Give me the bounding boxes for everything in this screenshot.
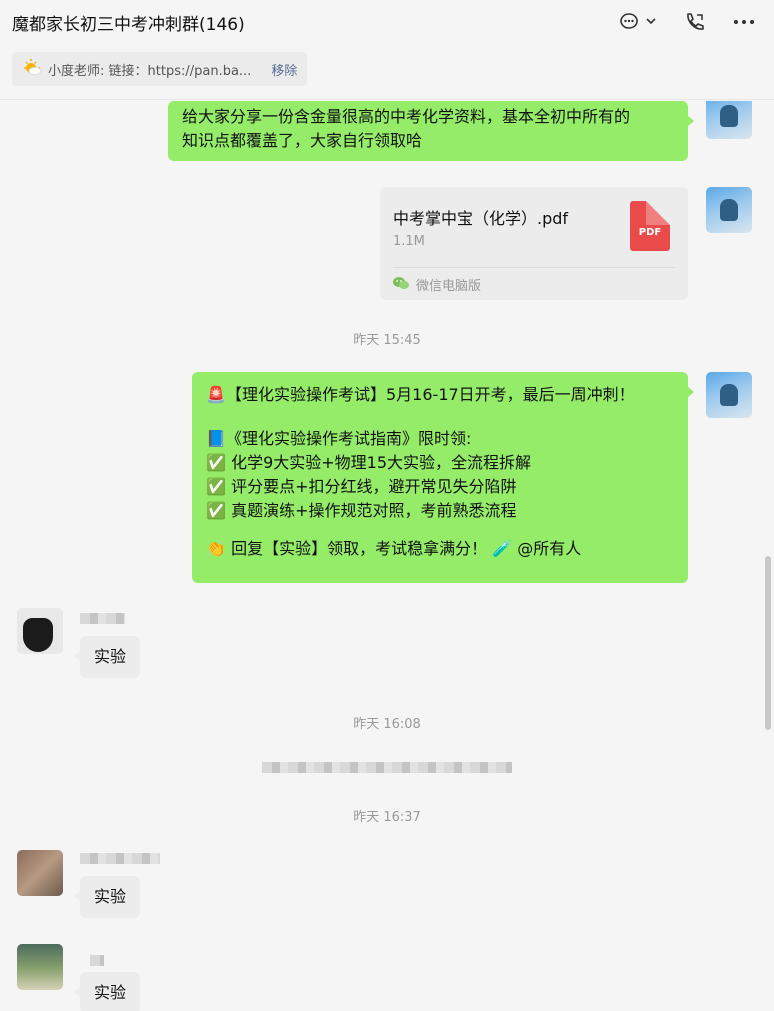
pinned-text: 小度老师: 链接：https://pan.ba... bbox=[48, 63, 252, 79]
file-name: 中考掌中宝（化学）.pdf bbox=[393, 209, 569, 228]
wechat-icon bbox=[392, 276, 410, 294]
my-avatar[interactable] bbox=[706, 101, 752, 139]
system-notice bbox=[262, 762, 512, 773]
message-text: 实验 bbox=[94, 983, 127, 1002]
pinned-remove-button[interactable]: 移除 bbox=[271, 60, 297, 79]
group-title: 魔都家长初三中考冲刺群(146) bbox=[12, 15, 245, 35]
clap-icon: 👏 bbox=[206, 539, 226, 558]
timestamp: 昨天 16:08 bbox=[353, 717, 421, 732]
announcement-bubble[interactable]: 🚨【理化实验操作考试】5月16-17日开考，最后一周冲刺！ 📘《理化实验操作考试… bbox=[192, 372, 694, 583]
announcement-line: 真题演练+操作规范对照，考前熟悉流程 bbox=[231, 501, 517, 520]
message-bubble[interactable]: 实验 bbox=[73, 636, 141, 678]
book-icon: 📘 bbox=[206, 429, 226, 448]
more-icon[interactable] bbox=[732, 10, 756, 34]
siren-icon: 🚨 bbox=[206, 385, 226, 404]
header-actions bbox=[618, 10, 756, 34]
message-text: 实验 bbox=[94, 647, 127, 666]
pdf-icon: PDF bbox=[630, 201, 670, 251]
file-source: 微信电脑版 bbox=[392, 275, 481, 294]
message-bubble[interactable]: 给大家分享一份含金量很高的中考化学资料，基本全初中所有的 知识点都覆盖了，大家自… bbox=[168, 101, 694, 161]
sender-name bbox=[80, 613, 125, 624]
announcement-line: 评分要点+扣分红线，避开常见失分陷阱 bbox=[231, 477, 517, 496]
message-text: 给大家分享一份含金量很高的中考化学资料，基本全初中所有的 bbox=[182, 107, 631, 126]
sender-name bbox=[90, 955, 104, 966]
my-avatar[interactable] bbox=[706, 372, 752, 418]
divider bbox=[393, 267, 675, 268]
file-card[interactable]: 中考掌中宝（化学）.pdf 1.1M PDF 微信电脑版 bbox=[380, 187, 688, 300]
announcement-line: 【理化实验操作考试】5月16-17日开考，最后一周冲刺！ bbox=[226, 385, 635, 404]
announcement-line: 化学9大实验+物理15大实验，全流程拆解 bbox=[231, 453, 532, 472]
chat-header: 魔都家长初三中考冲刺群(146) 小度老师: 链接：https://pan.ba… bbox=[0, 0, 774, 100]
sun-icon bbox=[22, 58, 42, 80]
timestamp: 昨天 15:45 bbox=[353, 333, 421, 348]
phone-icon[interactable] bbox=[682, 10, 706, 34]
chat-area[interactable]: 给大家分享一份含金量很高的中考化学资料，基本全初中所有的 知识点都覆盖了，大家自… bbox=[0, 101, 774, 1011]
message-bubble[interactable]: 实验 bbox=[73, 972, 141, 1011]
announcement-line: 回复【实验】领取，考试稳拿满分！ bbox=[231, 539, 488, 558]
message-bubble[interactable]: 实验 bbox=[73, 876, 141, 918]
scrollbar[interactable] bbox=[765, 556, 771, 730]
check-icon: ✅ bbox=[206, 501, 226, 520]
sender-name bbox=[80, 853, 160, 864]
announcement-line: 《理化实验操作考试指南》限时领: bbox=[226, 429, 472, 448]
mention[interactable]: @所有人 bbox=[517, 539, 581, 558]
my-avatar[interactable] bbox=[706, 187, 752, 233]
chat-bubble-icon[interactable] bbox=[618, 10, 656, 34]
test-tube-icon: 🧪 bbox=[492, 539, 513, 558]
timestamp: 昨天 16:37 bbox=[353, 810, 421, 825]
pinned-message[interactable]: 小度老师: 链接：https://pan.ba... 移除 bbox=[12, 52, 308, 86]
member-avatar[interactable] bbox=[17, 608, 63, 654]
check-icon: ✅ bbox=[206, 477, 226, 496]
member-avatar[interactable] bbox=[17, 850, 63, 896]
member-avatar[interactable] bbox=[17, 944, 63, 990]
message-text: 实验 bbox=[94, 887, 127, 906]
check-icon: ✅ bbox=[206, 453, 226, 472]
file-size: 1.1M bbox=[393, 234, 425, 249]
message-text: 知识点都覆盖了，大家自行领取哈 bbox=[182, 131, 423, 150]
